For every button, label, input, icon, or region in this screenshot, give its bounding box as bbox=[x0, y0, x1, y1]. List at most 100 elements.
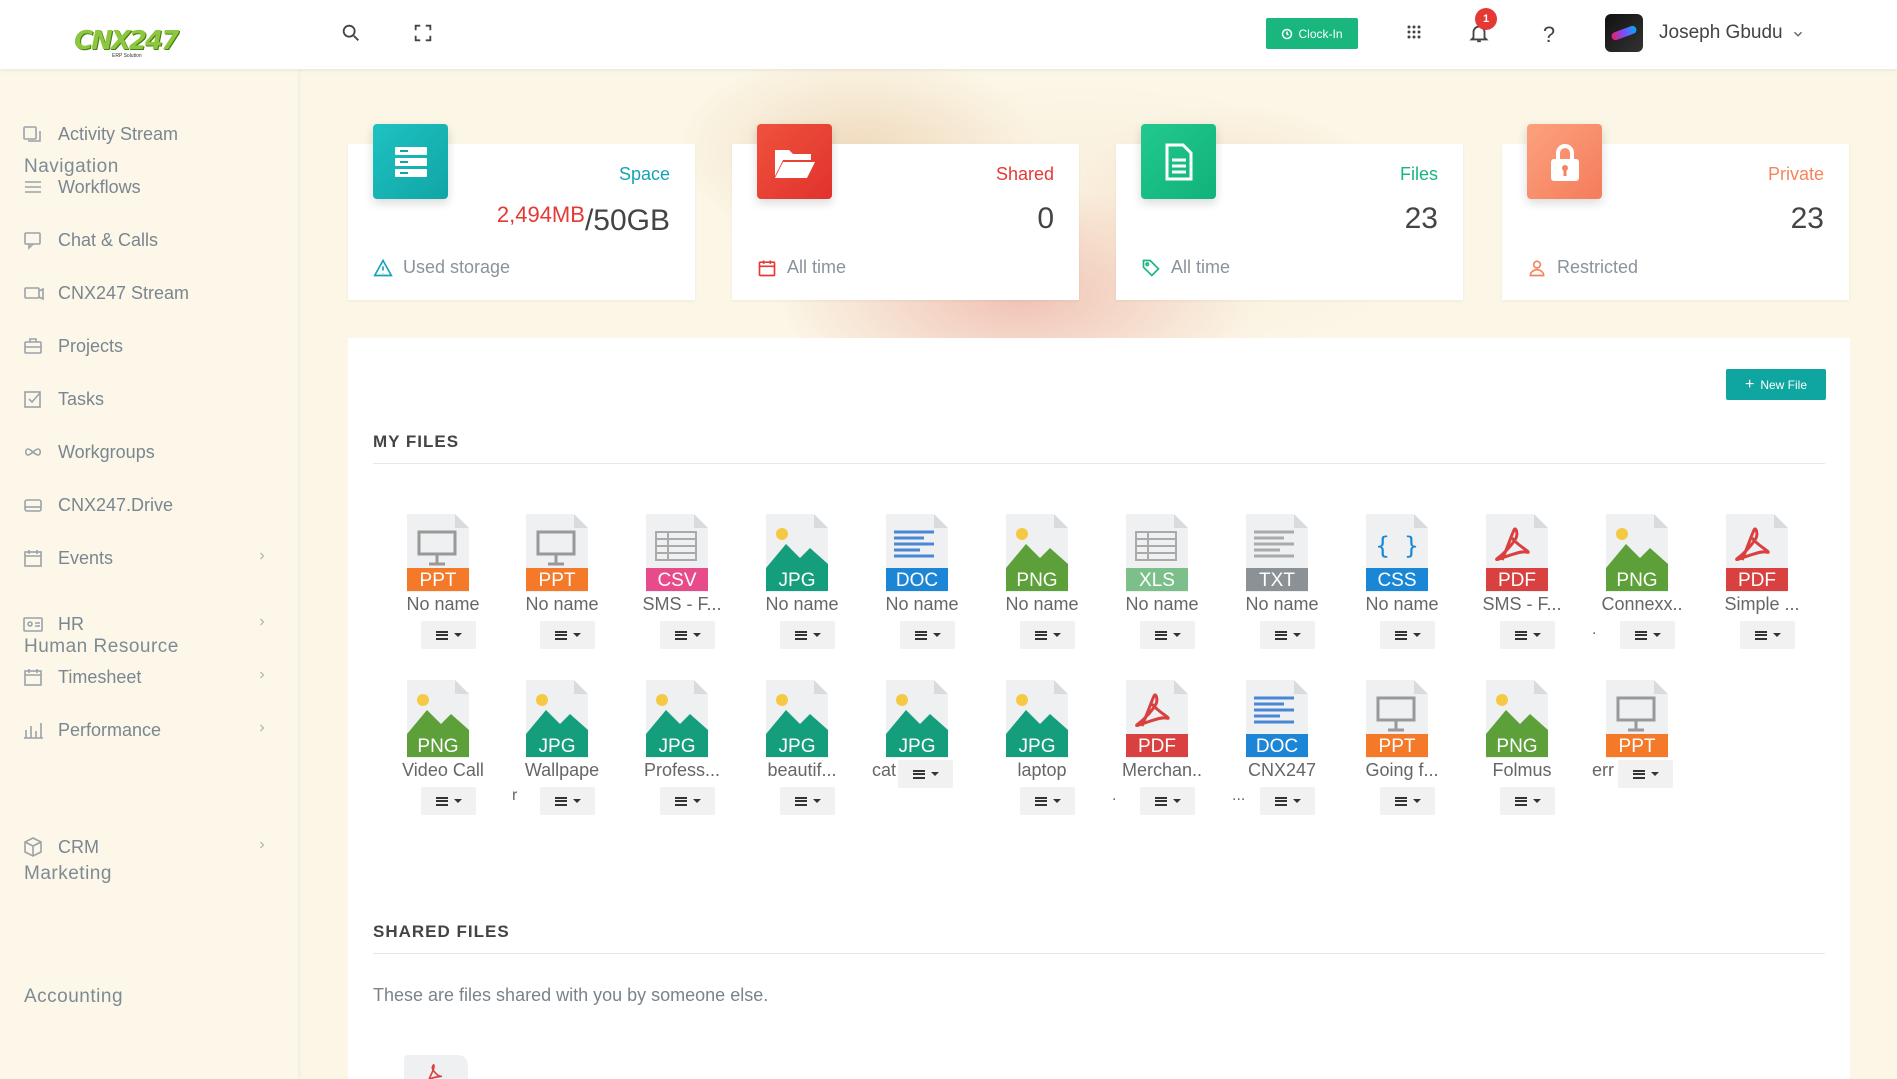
file-name[interactable]: Going f... bbox=[1352, 760, 1452, 781]
file-name[interactable]: No name bbox=[872, 594, 972, 615]
file-menu-button[interactable] bbox=[1140, 621, 1195, 649]
file-menu-button[interactable] bbox=[660, 621, 715, 649]
file-menu-button[interactable] bbox=[1020, 787, 1075, 815]
sidebar-item-cnx247-stream[interactable]: CNX247 Stream bbox=[22, 275, 282, 311]
png-file-icon[interactable]: PNG bbox=[403, 680, 473, 758]
doc-file-icon[interactable]: DOC bbox=[882, 514, 952, 592]
css-file-icon[interactable]: { } CSS bbox=[1362, 514, 1432, 592]
chevron-right-icon bbox=[260, 724, 265, 732]
tag-icon bbox=[1142, 259, 1160, 277]
jpg-file-icon[interactable]: JPG bbox=[642, 680, 712, 758]
file-menu-button[interactable] bbox=[1380, 787, 1435, 815]
fullscreen-icon[interactable] bbox=[412, 22, 436, 46]
chevron-down-icon[interactable] bbox=[1791, 27, 1805, 41]
file-name-overflow: . bbox=[1592, 621, 1597, 638]
csv-file-icon[interactable]: CSV bbox=[642, 514, 712, 592]
file-name[interactable]: Video Call bbox=[393, 760, 493, 781]
file-name[interactable]: laptop bbox=[992, 760, 1092, 781]
file-menu-button[interactable] bbox=[1618, 760, 1673, 788]
jpg-file-icon[interactable]: JPG bbox=[882, 680, 952, 758]
file-menu-button[interactable] bbox=[540, 621, 595, 649]
new-file-button[interactable]: + New File bbox=[1726, 369, 1826, 400]
sidebar-item-workgroups[interactable]: Workgroups bbox=[22, 434, 282, 470]
search-icon[interactable] bbox=[340, 22, 364, 46]
file-name[interactable]: CNX247 bbox=[1232, 760, 1332, 781]
file-name[interactable]: No name bbox=[1112, 594, 1212, 615]
sidebar-item-workflows[interactable]: Workflows bbox=[22, 169, 282, 205]
sidebar-item-crm[interactable]: CRM bbox=[22, 829, 282, 865]
apps-grid-icon[interactable] bbox=[1404, 22, 1428, 46]
help-icon[interactable]: ? bbox=[1537, 22, 1561, 47]
id-card-icon bbox=[23, 617, 43, 632]
png-file-icon[interactable]: PNG bbox=[1482, 680, 1552, 758]
ppt-file-icon[interactable]: PPT bbox=[1602, 680, 1672, 758]
caret-down-icon bbox=[1652, 633, 1661, 637]
sidebar-item-performance[interactable]: Performance bbox=[22, 712, 282, 748]
file-menu-button[interactable] bbox=[1020, 621, 1075, 649]
file-menu-button[interactable] bbox=[1500, 787, 1555, 815]
file-name[interactable]: Folmus bbox=[1472, 760, 1572, 781]
file-menu-button[interactable] bbox=[421, 621, 476, 649]
file-menu-button[interactable] bbox=[540, 787, 595, 815]
ppt-file-icon[interactable]: PPT bbox=[403, 514, 473, 592]
file-name[interactable]: Connexx.. bbox=[1592, 594, 1692, 615]
ppt-file-icon[interactable]: PPT bbox=[522, 514, 592, 592]
file-name[interactable]: No name bbox=[752, 594, 852, 615]
file-menu-button[interactable] bbox=[898, 760, 953, 788]
file-name[interactable]: No name bbox=[393, 594, 493, 615]
file-menu-button[interactable] bbox=[1620, 621, 1675, 649]
pdf-file-icon[interactable]: PDF bbox=[1722, 514, 1792, 592]
file-menu-button[interactable] bbox=[900, 621, 955, 649]
txt-file-icon[interactable]: TXT bbox=[1242, 514, 1312, 592]
sidebar-item-label: Workgroups bbox=[58, 441, 155, 462]
ppt-file-icon[interactable]: PPT bbox=[1362, 680, 1432, 758]
stream-icon bbox=[24, 287, 44, 301]
png-file-icon[interactable]: PNG bbox=[1602, 514, 1672, 592]
file-menu-button[interactable] bbox=[1380, 621, 1435, 649]
sidebar-item-timesheet[interactable]: Timesheet bbox=[22, 659, 282, 695]
file-name[interactable]: Profess... bbox=[632, 760, 732, 781]
clock-in-button[interactable]: Clock-In bbox=[1266, 18, 1358, 49]
jpg-file-icon[interactable]: JPG bbox=[762, 680, 832, 758]
file-icon[interactable] bbox=[404, 1055, 468, 1079]
file-name[interactable]: No name bbox=[1232, 594, 1332, 615]
file-menu-button[interactable] bbox=[1260, 787, 1315, 815]
app-logo[interactable]: CNX247 ERP Solution bbox=[74, 26, 179, 59]
jpg-file-icon[interactable]: JPG bbox=[522, 680, 592, 758]
file-menu-button[interactable] bbox=[1260, 621, 1315, 649]
jpg-file-icon[interactable]: JPG bbox=[762, 514, 832, 592]
file-menu-button[interactable] bbox=[1500, 621, 1555, 649]
sidebar-item-events[interactable]: Events bbox=[22, 540, 282, 576]
file-name[interactable]: Simple ... bbox=[1712, 594, 1812, 615]
file-name[interactable]: No name bbox=[512, 594, 612, 615]
pdf-file-icon[interactable]: PDF bbox=[1122, 680, 1192, 758]
sidebar-item-label: CNX247.Drive bbox=[58, 494, 174, 515]
sidebar-item-tasks[interactable]: Tasks bbox=[22, 381, 282, 417]
file-name[interactable]: No name bbox=[992, 594, 1092, 615]
file-name[interactable]: Merchan.. bbox=[1112, 760, 1212, 781]
file-name[interactable]: Wallpape bbox=[512, 760, 612, 781]
user-name[interactable]: Joseph Gbudu bbox=[1659, 22, 1783, 44]
file-name[interactable]: SMS - F... bbox=[1472, 594, 1572, 615]
jpg-file-icon[interactable]: JPG bbox=[1002, 680, 1072, 758]
file-menu-button[interactable] bbox=[1740, 621, 1795, 649]
sidebar-item-cnx247-drive[interactable]: CNX247.Drive bbox=[22, 487, 282, 523]
sidebar-item-hr[interactable]: HR bbox=[22, 606, 282, 642]
file-name[interactable]: No name bbox=[1352, 594, 1452, 615]
avatar[interactable] bbox=[1605, 14, 1643, 52]
file-menu-button[interactable] bbox=[780, 621, 835, 649]
doc-file-icon[interactable]: DOC bbox=[1242, 680, 1312, 758]
sidebar-item-activity-stream[interactable]: Activity Stream bbox=[22, 116, 282, 152]
stat-footer-space: Used storage bbox=[373, 257, 510, 278]
file-menu-button[interactable] bbox=[1140, 787, 1195, 815]
file-menu-button[interactable] bbox=[660, 787, 715, 815]
file-name[interactable]: SMS - F... bbox=[632, 594, 732, 615]
file-menu-button[interactable] bbox=[421, 787, 476, 815]
file-menu-button[interactable] bbox=[780, 787, 835, 815]
pdf-file-icon[interactable]: PDF bbox=[1482, 514, 1552, 592]
sidebar-item-chat-calls[interactable]: Chat & Calls bbox=[22, 222, 282, 258]
png-file-icon[interactable]: PNG bbox=[1002, 514, 1072, 592]
file-name[interactable]: beautif... bbox=[752, 760, 852, 781]
sidebar-item-projects[interactable]: Projects bbox=[22, 328, 282, 364]
xls-file-icon[interactable]: XLS bbox=[1122, 514, 1192, 592]
